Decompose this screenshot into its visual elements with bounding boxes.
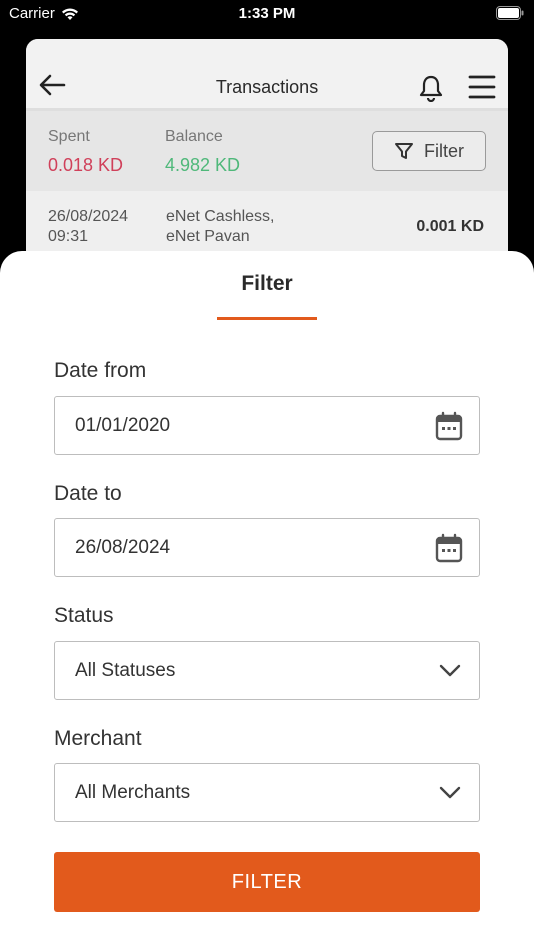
spent-label: Spent — [48, 128, 90, 145]
bell-icon — [419, 75, 443, 103]
status-label: Status — [54, 604, 114, 627]
sheet-title: Filter — [241, 272, 293, 295]
calendar-icon[interactable] — [435, 533, 463, 568]
open-filter-label: Filter — [424, 140, 464, 161]
status-select[interactable]: All Statuses — [54, 641, 480, 700]
open-filter-button[interactable]: Filter — [372, 131, 486, 171]
status-value: All Statuses — [75, 660, 176, 681]
date-to-value: 26/08/2024 — [75, 537, 171, 558]
date-from-field[interactable]: 01/01/2020 — [54, 396, 480, 455]
merchant-select[interactable]: All Merchants — [54, 763, 480, 822]
menu-button[interactable] — [468, 73, 496, 106]
transaction-amount: 0.001 KD — [416, 218, 484, 235]
funnel-icon — [395, 143, 413, 159]
battery-icon — [496, 6, 524, 24]
apply-filter-button[interactable]: FILTER — [54, 852, 480, 912]
spent-value: 0.018 KD — [48, 155, 124, 175]
transaction-time: 09:31 — [48, 228, 89, 245]
transaction-merchant: eNet Cashless, eNet Pavan — [166, 207, 275, 247]
title-underline — [217, 317, 317, 320]
date-to-field[interactable]: 26/08/2024 — [54, 518, 480, 577]
balance-value: 4.982 KD — [165, 155, 241, 175]
calendar-icon[interactable] — [435, 411, 463, 446]
transaction-merchant-line2: eNet Pavan — [166, 228, 250, 245]
hamburger-menu-icon — [468, 75, 496, 99]
merchant-label: Merchant — [54, 727, 142, 750]
transaction-merchant-line1: eNet Cashless, — [166, 208, 275, 225]
transaction-date: 26/08/2024 — [48, 208, 129, 225]
date-from-value: 01/01/2020 — [75, 415, 171, 436]
date-from-label: Date from — [54, 359, 147, 382]
app-header: Transactions — [26, 39, 508, 111]
merchant-value: All Merchants — [75, 782, 191, 803]
transaction-datetime: 26/08/2024 09:31 — [48, 207, 128, 247]
balance-summary: Spent 0.018 KD Balance 4.982 KD Filter — [26, 111, 508, 191]
status-bar: Carrier 1:33 PM — [0, 0, 534, 30]
chevron-down-icon — [439, 664, 461, 683]
date-to-label: Date to — [54, 482, 122, 505]
filter-sheet: Filter Date from 01/01/2020 Date to 26/0… — [0, 251, 534, 950]
chevron-down-icon — [439, 786, 461, 805]
clock: 1:33 PM — [238, 5, 296, 22]
balance-label: Balance — [165, 128, 223, 145]
notifications-button[interactable] — [418, 74, 444, 107]
